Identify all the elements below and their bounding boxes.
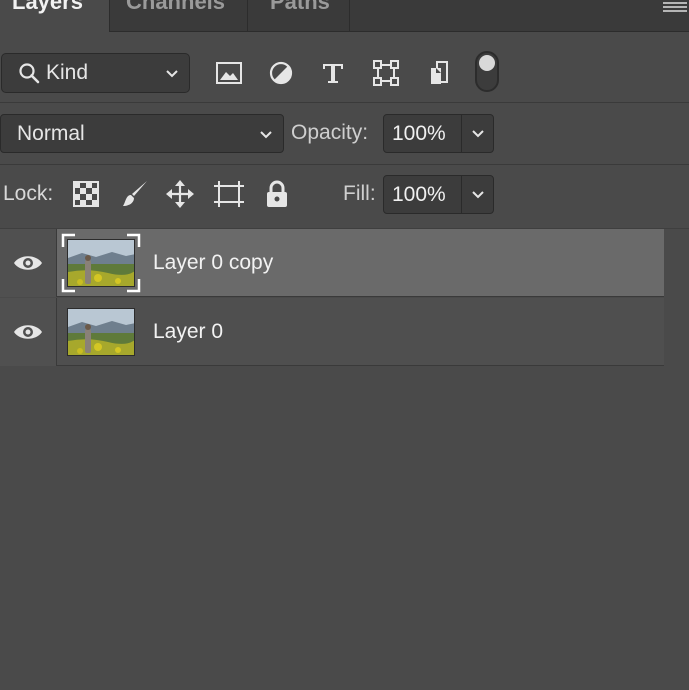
tab-layers[interactable]: Layers xyxy=(0,0,110,32)
lock-label: Lock: xyxy=(3,182,54,205)
opacity-label: Opacity: xyxy=(291,121,369,144)
filter-kind-label: Kind xyxy=(46,61,89,84)
visibility-toggle[interactable] xyxy=(0,298,57,366)
divider xyxy=(0,164,689,165)
layer-row[interactable]: Layer 0 copy xyxy=(0,229,664,297)
layer-thumbnail[interactable] xyxy=(67,308,135,356)
opacity-field[interactable]: 100% xyxy=(383,114,494,153)
visibility-toggle[interactable] xyxy=(0,229,57,297)
type-filter-icon[interactable] xyxy=(317,58,349,88)
filter-toggle-switch[interactable] xyxy=(475,51,499,92)
image-filter-icon[interactable] xyxy=(213,58,245,88)
layer-name[interactable]: Layer 0 xyxy=(153,298,223,366)
lock-artboard-icon[interactable] xyxy=(213,178,245,210)
layer-thumbnail[interactable] xyxy=(67,239,135,287)
shape-filter-icon[interactable] xyxy=(370,58,402,88)
layer-name[interactable]: Layer 0 copy xyxy=(153,229,273,297)
fill-label: Fill: xyxy=(343,182,376,205)
toggle-knob xyxy=(479,55,495,71)
adjustment-filter-icon[interactable] xyxy=(265,58,297,88)
filter-kind-select[interactable]: Kind xyxy=(1,53,190,93)
blend-mode-select[interactable]: Normal xyxy=(0,114,284,153)
layers-empty-area[interactable] xyxy=(0,368,664,690)
opacity-value[interactable]: 100% xyxy=(392,115,446,153)
tab-channels[interactable]: Channels xyxy=(104,0,248,32)
eye-icon xyxy=(14,325,42,339)
lock-transparent-pixels-icon[interactable] xyxy=(70,178,102,210)
fill-value[interactable]: 100% xyxy=(392,176,446,214)
tab-paths[interactable]: Paths xyxy=(248,0,350,32)
layer-row[interactable]: Layer 0 xyxy=(0,298,664,366)
divider xyxy=(0,102,689,103)
opacity-dropdown-button[interactable] xyxy=(461,115,493,152)
chevron-down-icon xyxy=(471,190,484,198)
chevron-down-icon xyxy=(471,129,484,137)
lock-image-pixels-icon[interactable] xyxy=(119,178,151,210)
chevron-down-icon xyxy=(260,131,272,139)
lock-all-icon[interactable] xyxy=(261,178,293,210)
blend-mode-value: Normal xyxy=(17,122,85,145)
chevron-down-icon xyxy=(166,70,178,78)
eye-icon xyxy=(14,256,42,270)
lock-position-icon[interactable] xyxy=(164,178,196,210)
fill-field[interactable]: 100% xyxy=(383,175,494,214)
smart-object-filter-icon[interactable] xyxy=(423,58,455,88)
panel-menu-icon[interactable] xyxy=(663,0,687,14)
search-icon xyxy=(19,63,40,84)
fill-dropdown-button[interactable] xyxy=(461,176,493,213)
panel-tab-bar: Layers Channels Paths xyxy=(0,0,689,32)
